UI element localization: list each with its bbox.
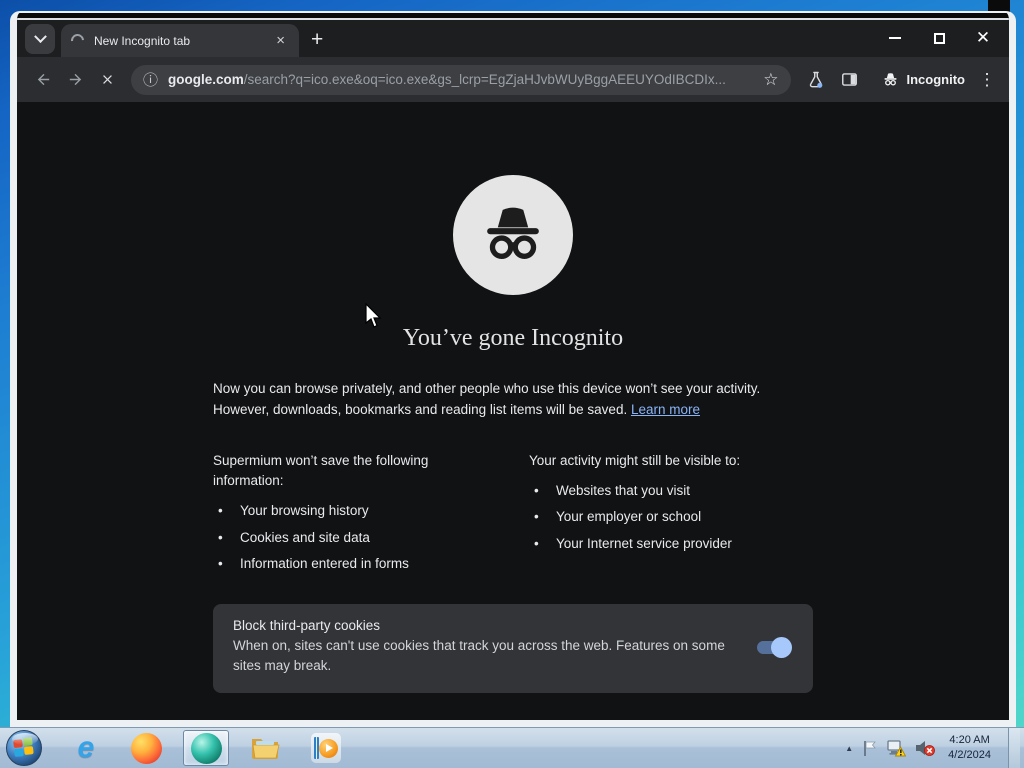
incognito-label: Incognito xyxy=(906,72,966,87)
wont-save-heading: Supermium won’t save the following infor… xyxy=(213,452,429,489)
toolbar: ⓘ google.com/search?q=ico.exe&oq=ico.exe… xyxy=(17,57,1009,102)
new-tab-button[interactable]: + xyxy=(311,29,323,50)
maximize-button[interactable] xyxy=(917,24,961,52)
side-panel-button[interactable] xyxy=(833,64,867,96)
taskbar-firefox[interactable] xyxy=(123,730,169,766)
stop-button[interactable] xyxy=(91,64,123,96)
list-item: Websites that you visit xyxy=(529,481,813,501)
window-controls: ✕ xyxy=(873,24,1005,52)
learn-more-link[interactable]: Learn more xyxy=(631,402,700,417)
windows-flag-pane xyxy=(23,746,34,755)
flask-icon xyxy=(809,71,822,88)
loading-spinner-icon xyxy=(68,31,87,50)
third-party-cookies-card: Block third-party cookies When on, sites… xyxy=(213,604,813,693)
window-frame-edge xyxy=(17,13,1009,20)
taskbar-supermium-active[interactable] xyxy=(183,730,229,766)
cookie-card-title: Block third-party cookies xyxy=(233,618,381,634)
taskbar-internet-explorer[interactable]: e xyxy=(63,730,109,766)
minimize-icon xyxy=(889,37,901,39)
media-player-stripes xyxy=(314,737,319,759)
wont-save-list: Your browsing history Cookies and site d… xyxy=(213,501,513,574)
show-desktop-button[interactable] xyxy=(1008,727,1020,768)
volume-muted-icon[interactable] xyxy=(915,739,936,757)
windows-flag-pane xyxy=(22,737,33,747)
intro-line2: However, downloads, bookmarks and readin… xyxy=(213,401,631,417)
incognito-logo xyxy=(453,175,573,295)
media-player-icon xyxy=(311,733,341,763)
browser-window: New Incognito tab × + ✕ ⓘ google.com/sea… xyxy=(10,11,1016,727)
visible-to-list: Websites that you visit Your employer or… xyxy=(529,481,813,554)
address-bar[interactable]: ⓘ google.com/search?q=ico.exe&oq=ico.exe… xyxy=(131,64,791,95)
experiments-button[interactable] xyxy=(799,64,833,96)
list-item: Information entered in forms xyxy=(213,554,513,574)
action-center-flag-icon[interactable] xyxy=(862,739,878,757)
menu-button[interactable]: ⋮ xyxy=(975,70,999,90)
tab-search-button[interactable] xyxy=(25,24,55,54)
tab-strip: New Incognito tab × + ✕ xyxy=(17,20,1009,57)
system-tray: ▲ 4:20 AM 4/2/2024 xyxy=(845,727,1024,768)
url-path: /search?q=ico.exe&oq=ico.exe&gs_lcrp=EgZ… xyxy=(243,72,726,87)
info-columns: Supermium won’t save the following infor… xyxy=(213,451,813,580)
list-item: Your Internet service provider xyxy=(529,534,813,554)
wont-save-column: Supermium won’t save the following infor… xyxy=(213,451,513,580)
network-warning-icon[interactable] xyxy=(887,739,907,757)
internet-explorer-icon: e xyxy=(77,731,95,764)
desktop: New Incognito tab × + ✕ ⓘ google.com/sea… xyxy=(0,0,1024,768)
clock-date: 4/2/2024 xyxy=(948,749,991,761)
firefox-icon xyxy=(130,732,162,764)
maximize-icon xyxy=(933,32,945,44)
windows-flag-pane xyxy=(14,748,24,758)
supermium-icon xyxy=(190,732,222,764)
play-icon xyxy=(325,744,333,752)
url-host: google.com xyxy=(168,72,244,87)
incognito-page: You’ve gone Incognito Now you can browse… xyxy=(17,102,1009,720)
list-item: Your employer or school xyxy=(529,507,813,527)
close-button[interactable]: ✕ xyxy=(961,24,1005,52)
side-panel-icon xyxy=(842,73,857,86)
incognito-hat-glasses-icon xyxy=(487,207,539,259)
tab-title: New Incognito tab xyxy=(94,33,191,48)
hidden-icons-arrow[interactable]: ▲ xyxy=(845,744,853,753)
minimize-button[interactable] xyxy=(873,24,917,52)
start-button[interactable] xyxy=(6,730,42,766)
cookie-card-text: Block third-party cookies When on, sites… xyxy=(233,618,757,677)
page-title: You’ve gone Incognito xyxy=(402,325,624,351)
incognito-badge: Incognito xyxy=(881,70,966,89)
taskbar-media-player[interactable] xyxy=(303,730,349,766)
taskbar: e ▲ 4:20 AM 4/2/2024 xyxy=(0,727,1024,768)
taskbar-clock[interactable]: 4:20 AM 4/2/2024 xyxy=(944,733,999,763)
arrow-left-icon xyxy=(37,73,49,86)
folder-icon xyxy=(252,739,280,759)
chevron-down-icon xyxy=(33,29,47,43)
taskbar-explorer[interactable] xyxy=(243,730,289,766)
clock-time: 4:20 AM xyxy=(949,734,990,747)
visible-to-heading: Your activity might still be visible to: xyxy=(529,452,741,468)
arrow-right-icon xyxy=(69,73,81,86)
bookmark-star-icon[interactable]: ☆ xyxy=(763,70,778,90)
list-item: Your browsing history xyxy=(213,501,513,521)
stop-x-icon xyxy=(102,75,112,84)
tab-close-icon[interactable]: × xyxy=(272,31,289,50)
back-button[interactable] xyxy=(27,64,59,96)
cookie-card-description: When on, sites can't use cookies that tr… xyxy=(233,638,725,674)
windows-flag-pane xyxy=(13,739,23,749)
visible-to-column: Your activity might still be visible to:… xyxy=(513,451,813,580)
url-text: google.com/search?q=ico.exe&oq=ico.exe&g… xyxy=(168,72,753,87)
toggle-knob xyxy=(771,636,792,658)
intro-line1: Now you can browse privately, and other … xyxy=(213,381,761,396)
tab-new-incognito[interactable]: New Incognito tab × xyxy=(61,24,299,57)
block-cookies-toggle[interactable] xyxy=(757,636,792,658)
forward-button[interactable] xyxy=(59,64,91,96)
windows-logo-icon xyxy=(13,737,35,758)
media-player-disc xyxy=(318,738,338,758)
page-info-icon[interactable]: ⓘ xyxy=(143,69,158,90)
incognito-icon xyxy=(883,73,897,86)
list-item: Cookies and site data xyxy=(213,528,513,548)
intro-paragraph: Now you can browse privately, and other … xyxy=(213,379,813,421)
